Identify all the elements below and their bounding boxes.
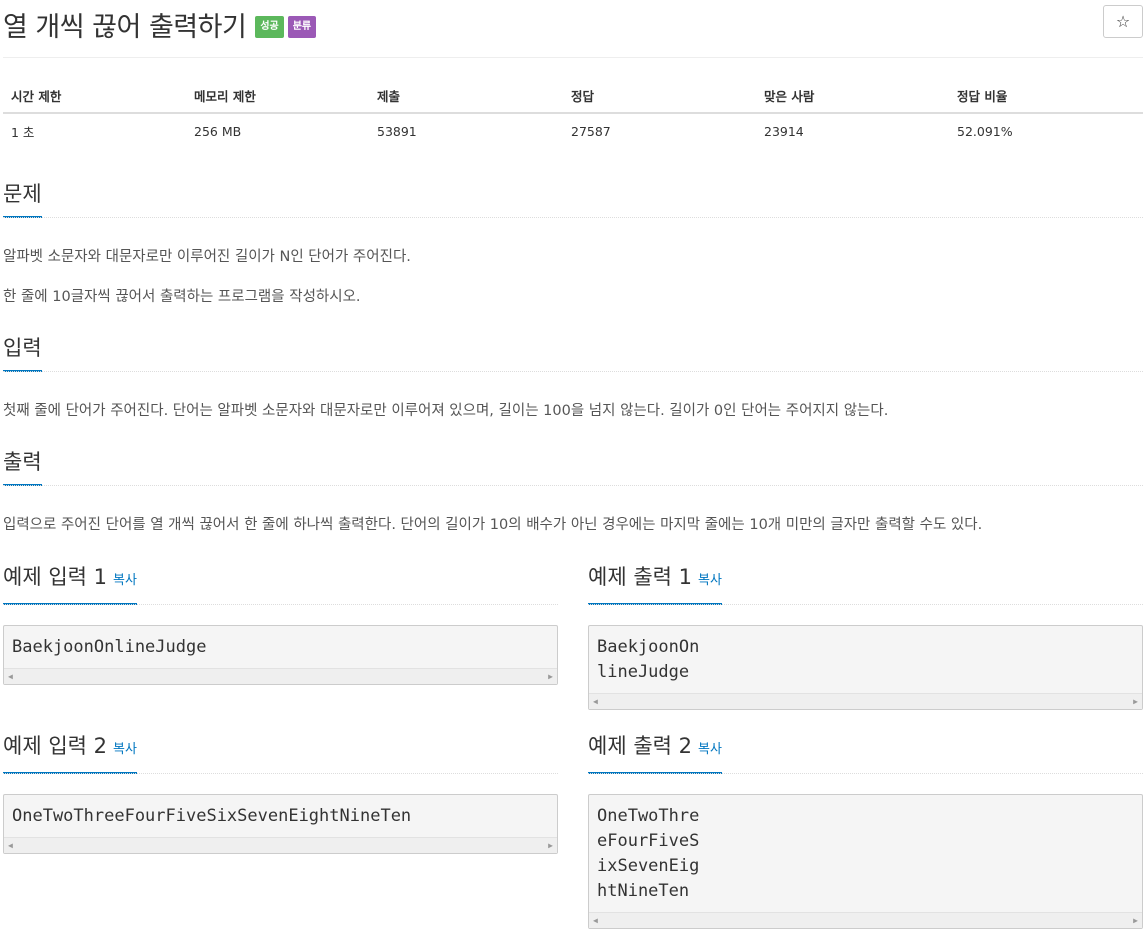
problem-title: 열 개씩 끊어 출력하기 bbox=[3, 11, 247, 43]
sample-input-1-headline: 예제 입력 1 복사 bbox=[3, 563, 558, 605]
header-memory-limit: 메모리 제한 bbox=[186, 79, 369, 114]
output-headline: 출력 bbox=[3, 448, 1143, 486]
sample-input-2-headline: 예제 입력 2 복사 bbox=[3, 732, 558, 774]
sample-output-2-box[interactable]: OneTwoThre eFourFiveS ixSevenEig htNineT… bbox=[588, 794, 1143, 929]
header-solved-users: 맞은 사람 bbox=[756, 79, 949, 114]
title-divider bbox=[3, 57, 1143, 58]
problem-title-row: 열 개씩 끊어 출력하기 성공 분류 bbox=[3, 4, 317, 44]
sample-output-2-title: 예제 출력 2 bbox=[588, 734, 692, 758]
scroll-left-icon[interactable]: ◀ bbox=[8, 841, 13, 851]
sample-input-2-content: OneTwoThreeFourFiveSixSevenEightNineTen bbox=[12, 806, 412, 826]
input-description: 첫째 줄에 단어가 주어진다. 단어는 알파벳 소문자와 대문자로만 이루어져 … bbox=[3, 403, 889, 419]
scroll-left-icon[interactable]: ◀ bbox=[593, 916, 598, 926]
output-title: 출력 bbox=[3, 448, 42, 486]
description-title: 문제 bbox=[3, 180, 42, 218]
horizontal-scrollbar[interactable]: ◀ ▶ bbox=[4, 668, 557, 684]
class-badge[interactable]: 분류 bbox=[287, 16, 317, 38]
description-headline: 문제 bbox=[3, 180, 1143, 218]
header-accepted: 정답 bbox=[563, 79, 756, 114]
sample-input-2-box[interactable]: OneTwoThreeFourFiveSixSevenEightNineTen … bbox=[3, 794, 558, 854]
sample-output-1-headline: 예제 출력 1 복사 bbox=[588, 563, 1143, 605]
sample-output-2-headline: 예제 출력 2 복사 bbox=[588, 732, 1143, 774]
scroll-left-icon[interactable]: ◀ bbox=[8, 672, 13, 682]
copy-sample-output-2-link[interactable]: 복사 bbox=[698, 742, 722, 757]
header-submissions: 제출 bbox=[369, 79, 563, 114]
input-title: 입력 bbox=[3, 334, 42, 372]
table-row: 1 초 256 MB 53891 27587 23914 52.091% bbox=[3, 113, 1143, 149]
problem-info-table: 시간 제한 메모리 제한 제출 정답 맞은 사람 정답 비율 1 초 256 M… bbox=[3, 79, 1143, 149]
scroll-right-icon[interactable]: ▶ bbox=[1133, 916, 1138, 926]
accepted-value: 27587 bbox=[571, 124, 611, 139]
scroll-left-icon[interactable]: ◀ bbox=[593, 697, 598, 707]
sample-output-1-title: 예제 출력 1 bbox=[588, 565, 692, 589]
scroll-right-icon[interactable]: ▶ bbox=[548, 841, 553, 851]
sample-output-2-content: OneTwoThre eFourFiveS ixSevenEig htNineT… bbox=[597, 806, 700, 901]
output-description: 입력으로 주어진 단어를 열 개씩 끊어서 한 줄에 하나씩 출력한다. 단어의… bbox=[3, 517, 983, 533]
success-badge[interactable]: 성공 bbox=[255, 16, 284, 38]
horizontal-scrollbar[interactable]: ◀ ▶ bbox=[4, 837, 557, 853]
accept-ratio-value: 52.091% bbox=[957, 124, 1013, 139]
horizontal-scrollbar[interactable]: ◀ ▶ bbox=[589, 912, 1142, 928]
time-limit-value: 1 초 bbox=[11, 125, 35, 140]
memory-limit-value: 256 MB bbox=[194, 124, 242, 139]
description-line-2: 한 줄에 10글자씩 끊어서 출력하는 프로그램을 작성하시오. bbox=[3, 289, 361, 305]
input-headline: 입력 bbox=[3, 334, 1143, 372]
copy-sample-input-2-link[interactable]: 복사 bbox=[113, 742, 137, 757]
description-line-1: 알파벳 소문자와 대문자로만 이루어진 길이가 N인 단어가 주어진다. bbox=[3, 249, 411, 265]
sample-input-1-title: 예제 입력 1 bbox=[3, 565, 107, 589]
sample-output-1-content: BaekjoonOn lineJudge bbox=[597, 637, 700, 682]
scroll-right-icon[interactable]: ▶ bbox=[548, 672, 553, 682]
table-header-row: 시간 제한 메모리 제한 제출 정답 맞은 사람 정답 비율 bbox=[3, 79, 1143, 114]
header-time-limit: 시간 제한 bbox=[3, 79, 186, 114]
header-accept-ratio: 정답 비율 bbox=[949, 79, 1143, 114]
sample-input-1-box[interactable]: BaekjoonOnlineJudge ◀ ▶ bbox=[3, 625, 558, 685]
submissions-value: 53891 bbox=[377, 124, 417, 139]
star-button[interactable]: ☆ bbox=[1103, 5, 1143, 38]
copy-sample-output-1-link[interactable]: 복사 bbox=[698, 573, 722, 588]
sample-output-1-box[interactable]: BaekjoonOn lineJudge ◀ ▶ bbox=[588, 625, 1143, 710]
horizontal-scrollbar[interactable]: ◀ ▶ bbox=[589, 693, 1142, 709]
copy-sample-input-1-link[interactable]: 복사 bbox=[113, 573, 137, 588]
sample-input-2-title: 예제 입력 2 bbox=[3, 734, 107, 758]
sample-input-1-content: BaekjoonOnlineJudge bbox=[12, 637, 207, 657]
solved-users-value: 23914 bbox=[764, 124, 804, 139]
scroll-right-icon[interactable]: ▶ bbox=[1133, 697, 1138, 707]
star-icon: ☆ bbox=[1115, 12, 1131, 31]
